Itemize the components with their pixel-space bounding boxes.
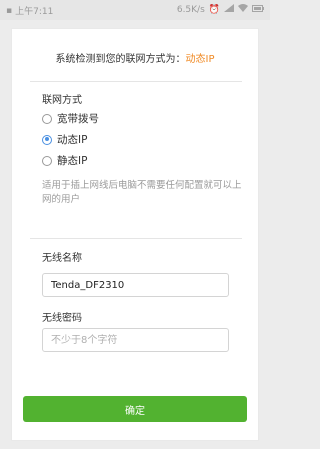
app-notification-icon: ▪ (6, 5, 13, 16)
divider (30, 238, 242, 239)
radio-static[interactable]: 静态IP (42, 153, 87, 168)
connection-label: 联网方式 (42, 95, 82, 106)
detected-mode: 动态IP (185, 54, 215, 65)
radio-checked-icon[interactable] (42, 134, 52, 145)
network-speed: 6.5K/s (176, 4, 205, 15)
wireless-name-label: 无线名称 (42, 253, 82, 264)
wifi-icon (238, 4, 248, 15)
status-time: 上午7:11 (15, 7, 54, 17)
detection-message: 系统检测到您的联网方式为：动态IP (12, 50, 258, 65)
signal-icon (224, 4, 234, 15)
radio-dhcp-label: 动态IP (57, 134, 88, 146)
wireless-password-label: 无线密码 (42, 313, 82, 324)
wireless-password-input[interactable] (42, 328, 229, 352)
setup-card: 系统检测到您的联网方式为：动态IP 联网方式 宽带拨号 动态IP 静态IP 适用… (11, 28, 259, 441)
radio-icon[interactable] (42, 155, 52, 166)
radio-pppoe-label: 宽带拨号 (57, 113, 99, 125)
status-bar: ▪ 上午7:11 6.5K/s ⏰ (0, 0, 270, 20)
radio-dhcp[interactable]: 动态IP (42, 132, 87, 147)
alarm-icon: ⏰ (208, 4, 220, 15)
detection-prefix: 系统检测到您的联网方式为： (55, 54, 186, 65)
divider (30, 81, 242, 82)
radio-pppoe[interactable]: 宽带拨号 (42, 111, 99, 126)
battery-icon (252, 4, 264, 15)
wireless-name-input[interactable] (42, 273, 229, 297)
confirm-button[interactable]: 确定 (23, 396, 247, 422)
radio-icon[interactable] (42, 113, 52, 124)
radio-static-label: 静态IP (57, 155, 88, 167)
connection-hint: 适用于插上网线后电脑不需要任何配置就可以上网的用户 (42, 180, 242, 205)
